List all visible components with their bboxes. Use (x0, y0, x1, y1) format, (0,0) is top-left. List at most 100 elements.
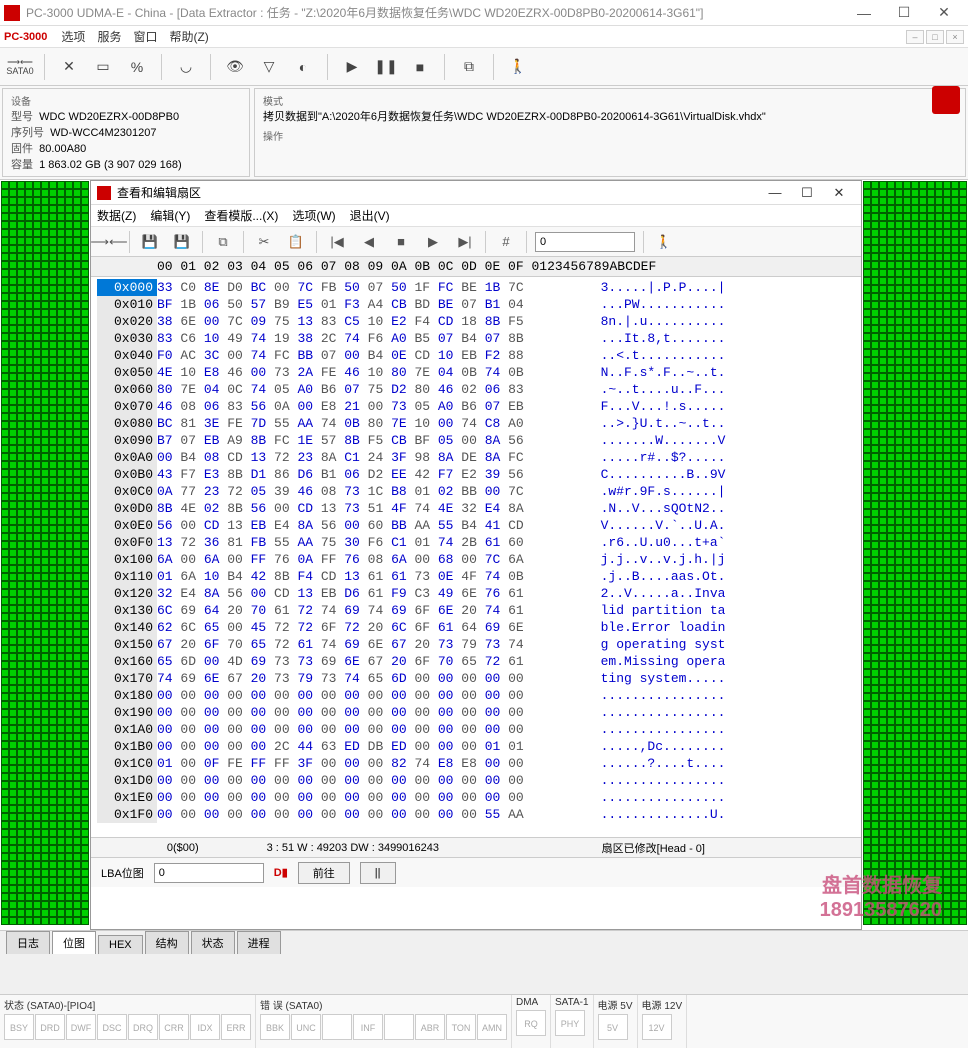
exit2-icon[interactable]: 🚶 (652, 230, 676, 254)
tab-HEX[interactable]: HEX (98, 935, 143, 954)
hex-row[interactable]: 0x03083 C6 10 49 74 19 38 2C 74 F6 A0 B5… (97, 330, 855, 347)
hex-row[interactable]: 0x0E056 00 CD 13 EB E4 8A 56 00 60 BB AA… (97, 517, 855, 534)
hex-row[interactable]: 0x0A000 B4 08 CD 13 72 23 8A C1 24 3F 98… (97, 449, 855, 466)
tab-结构[interactable]: 结构 (145, 931, 189, 954)
cut-icon[interactable]: ✂ (252, 230, 276, 254)
last-icon[interactable]: ▶| (453, 230, 477, 254)
hex-nav-icon[interactable]: ⟶⟵ (97, 230, 121, 254)
pause-button[interactable]: ❚❚ (372, 53, 400, 81)
hex-body[interactable]: 0x00033 C0 8E D0 BC 00 7C FB 50 07 50 1F… (91, 277, 861, 837)
serial-value: WD-WCC4M2301207 (50, 127, 156, 139)
menu-options[interactable]: 选项 (61, 28, 85, 45)
hex-menu-options[interactable]: 选项(W) (292, 207, 335, 224)
hex-menu-template[interactable]: 查看模版...(X) (204, 207, 278, 224)
status-group-title: DMA (516, 997, 546, 1008)
lba-pause-button[interactable]: || (360, 862, 396, 884)
hex-close-button[interactable]: ✕ (823, 185, 855, 201)
hex-menu-edit[interactable]: 编辑(Y) (150, 207, 190, 224)
hex-row[interactable]: 0x15067 20 6F 70 65 72 61 74 69 6E 67 20… (97, 636, 855, 653)
hex-row[interactable]: 0x1D000 00 00 00 00 00 00 00 00 00 00 00… (97, 772, 855, 789)
hex-row[interactable]: 0x00033 C0 8E D0 BC 00 7C FB 50 07 50 1F… (97, 279, 855, 296)
hex-row[interactable]: 0x090B7 07 EB A9 8B FC 1E 57 8B F5 CB BF… (97, 432, 855, 449)
hex-row[interactable]: 0x17074 69 6E 67 20 73 79 73 74 65 6D 00… (97, 670, 855, 687)
goto-input[interactable] (535, 232, 635, 252)
mode-text: 拷贝数据到"A:\2020年6月数据恢复任务\WDC WD20EZRX-00D8… (263, 108, 957, 124)
tab-状态[interactable]: 状态 (191, 931, 235, 954)
menu-help[interactable]: 帮助(Z) (169, 28, 208, 45)
menu-window[interactable]: 窗口 (133, 28, 157, 45)
first-icon[interactable]: |◀ (325, 230, 349, 254)
mode-header: 模式 (263, 93, 957, 108)
hex-menu-data[interactable]: 数据(Z) (97, 207, 136, 224)
hex-row[interactable]: 0x1E000 00 00 00 00 00 00 00 00 00 00 00… (97, 789, 855, 806)
hex-row[interactable]: 0x0D08B 4E 02 8B 56 00 CD 13 73 51 4F 74… (97, 500, 855, 517)
hex-row[interactable]: 0x1006A 00 6A 00 FF 76 0A FF 76 08 6A 00… (97, 551, 855, 568)
tab-位图[interactable]: 位图 (52, 931, 96, 954)
db-icon[interactable]: ▭ (89, 53, 117, 81)
disk1-icon[interactable]: ◡ (172, 53, 200, 81)
minimize-button[interactable]: — (844, 0, 884, 26)
lba-input[interactable] (154, 863, 264, 883)
hex-row[interactable]: 0x080BC 81 3E FE 7D 55 AA 74 0B 80 7E 10… (97, 415, 855, 432)
hex-row[interactable]: 0x040F0 AC 3C 00 74 FC BB 07 00 B4 0E CD… (97, 347, 855, 364)
saveas-icon[interactable]: 💾 (170, 230, 194, 254)
app-icon (4, 5, 20, 21)
sector-map-left[interactable] (0, 180, 90, 930)
serial-label: 序列号 (11, 124, 44, 140)
tools-icon[interactable]: ✕ (55, 53, 83, 81)
sata-port-button[interactable]: ⟶⟵SATA0 (6, 53, 34, 81)
hex-row[interactable]: 0x0B043 F7 E3 8B D1 86 D6 B1 06 D2 EE 42… (97, 466, 855, 483)
hex-row[interactable]: 0x1F000 00 00 00 00 00 00 00 00 00 00 00… (97, 806, 855, 823)
hex-row[interactable]: 0x07046 08 06 83 56 0A 00 E8 21 00 73 05… (97, 398, 855, 415)
lba-row: LBA位图 D▮ 前往 || (91, 857, 861, 887)
play-button[interactable]: ▶ (338, 53, 366, 81)
copy-icon[interactable]: ⧉ (211, 230, 235, 254)
percent-icon[interactable]: % (123, 53, 151, 81)
copy-icon[interactable]: ⧉ (455, 53, 483, 81)
hex-row[interactable]: 0x02038 6E 00 7C 09 75 13 83 C5 10 E2 F4… (97, 313, 855, 330)
menu-service[interactable]: 服务 (97, 28, 121, 45)
stop-button[interactable]: ■ (406, 53, 434, 81)
lba-go-button[interactable]: 前往 (298, 862, 350, 884)
status-group-title: 电源 5V (598, 997, 633, 1012)
maximize-button[interactable]: ☐ (884, 0, 924, 26)
close-button[interactable]: ✕ (924, 0, 964, 26)
paste-icon[interactable]: 📋 (284, 230, 308, 254)
hex-row[interactable]: 0x0C00A 77 23 72 05 39 46 08 73 1C B8 01… (97, 483, 855, 500)
hex-row[interactable]: 0x14062 6C 65 00 45 72 72 6F 72 20 6C 6F… (97, 619, 855, 636)
grid-icon[interactable]: # (494, 230, 518, 254)
mdi-min-button[interactable]: – (906, 30, 924, 44)
hex-row[interactable]: 0x12032 E4 8A 56 00 CD 13 EB D6 61 F9 C3… (97, 585, 855, 602)
hex-row[interactable]: 0x0504E 10 E8 46 00 73 2A FE 46 10 80 7E… (97, 364, 855, 381)
hex-row[interactable]: 0x16065 6D 00 4D 69 73 73 69 6E 67 20 6F… (97, 653, 855, 670)
next-icon[interactable]: ▶ (421, 230, 445, 254)
hex-min-button[interactable]: — (759, 185, 791, 200)
stop2-icon[interactable]: ■ (389, 230, 413, 254)
tab-日志[interactable]: 日志 (6, 931, 50, 954)
sector-map-right[interactable] (862, 180, 968, 930)
hex-row[interactable]: 0x1306C 69 64 20 70 61 72 74 69 74 69 6F… (97, 602, 855, 619)
hex-row[interactable]: 0x1C001 00 0F FE FF FF 3F 00 00 00 82 74… (97, 755, 855, 772)
prev-icon[interactable]: ◀ (357, 230, 381, 254)
exit-icon[interactable]: 🚶 (504, 53, 532, 81)
save-icon[interactable]: 💾 (138, 230, 162, 254)
status-cell: DRD (35, 1014, 65, 1040)
hex-menu-exit[interactable]: 退出(V) (350, 207, 390, 224)
hex-row[interactable]: 0x18000 00 00 00 00 00 00 00 00 00 00 00… (97, 687, 855, 704)
hex-row[interactable]: 0x1A000 00 00 00 00 00 00 00 00 00 00 00… (97, 721, 855, 738)
hex-row[interactable]: 0x0F013 72 36 81 FB 55 AA 75 30 F6 C1 01… (97, 534, 855, 551)
status-cell: ERR (221, 1014, 251, 1040)
mdi-restore-button[interactable]: □ (926, 30, 944, 44)
side-tool-icon[interactable] (932, 86, 960, 114)
filter-icon[interactable]: ▽ (255, 53, 283, 81)
disk2-icon[interactable]: ◐ (289, 53, 317, 81)
hex-max-button[interactable]: ☐ (791, 185, 823, 201)
mdi-close-button[interactable]: × (946, 30, 964, 44)
hex-row[interactable]: 0x19000 00 00 00 00 00 00 00 00 00 00 00… (97, 704, 855, 721)
hex-row[interactable]: 0x06080 7E 04 0C 74 05 A0 B6 07 75 D2 80… (97, 381, 855, 398)
hex-row[interactable]: 0x1B000 00 00 00 00 2C 44 63 ED DB ED 00… (97, 738, 855, 755)
hex-row[interactable]: 0x010BF 1B 06 50 57 B9 E5 01 F3 A4 CB BD… (97, 296, 855, 313)
tab-进程[interactable]: 进程 (237, 931, 281, 954)
binoculars-icon[interactable]: 👁 (221, 53, 249, 81)
hex-row[interactable]: 0x11001 6A 10 B4 42 8B F4 CD 13 61 61 73… (97, 568, 855, 585)
